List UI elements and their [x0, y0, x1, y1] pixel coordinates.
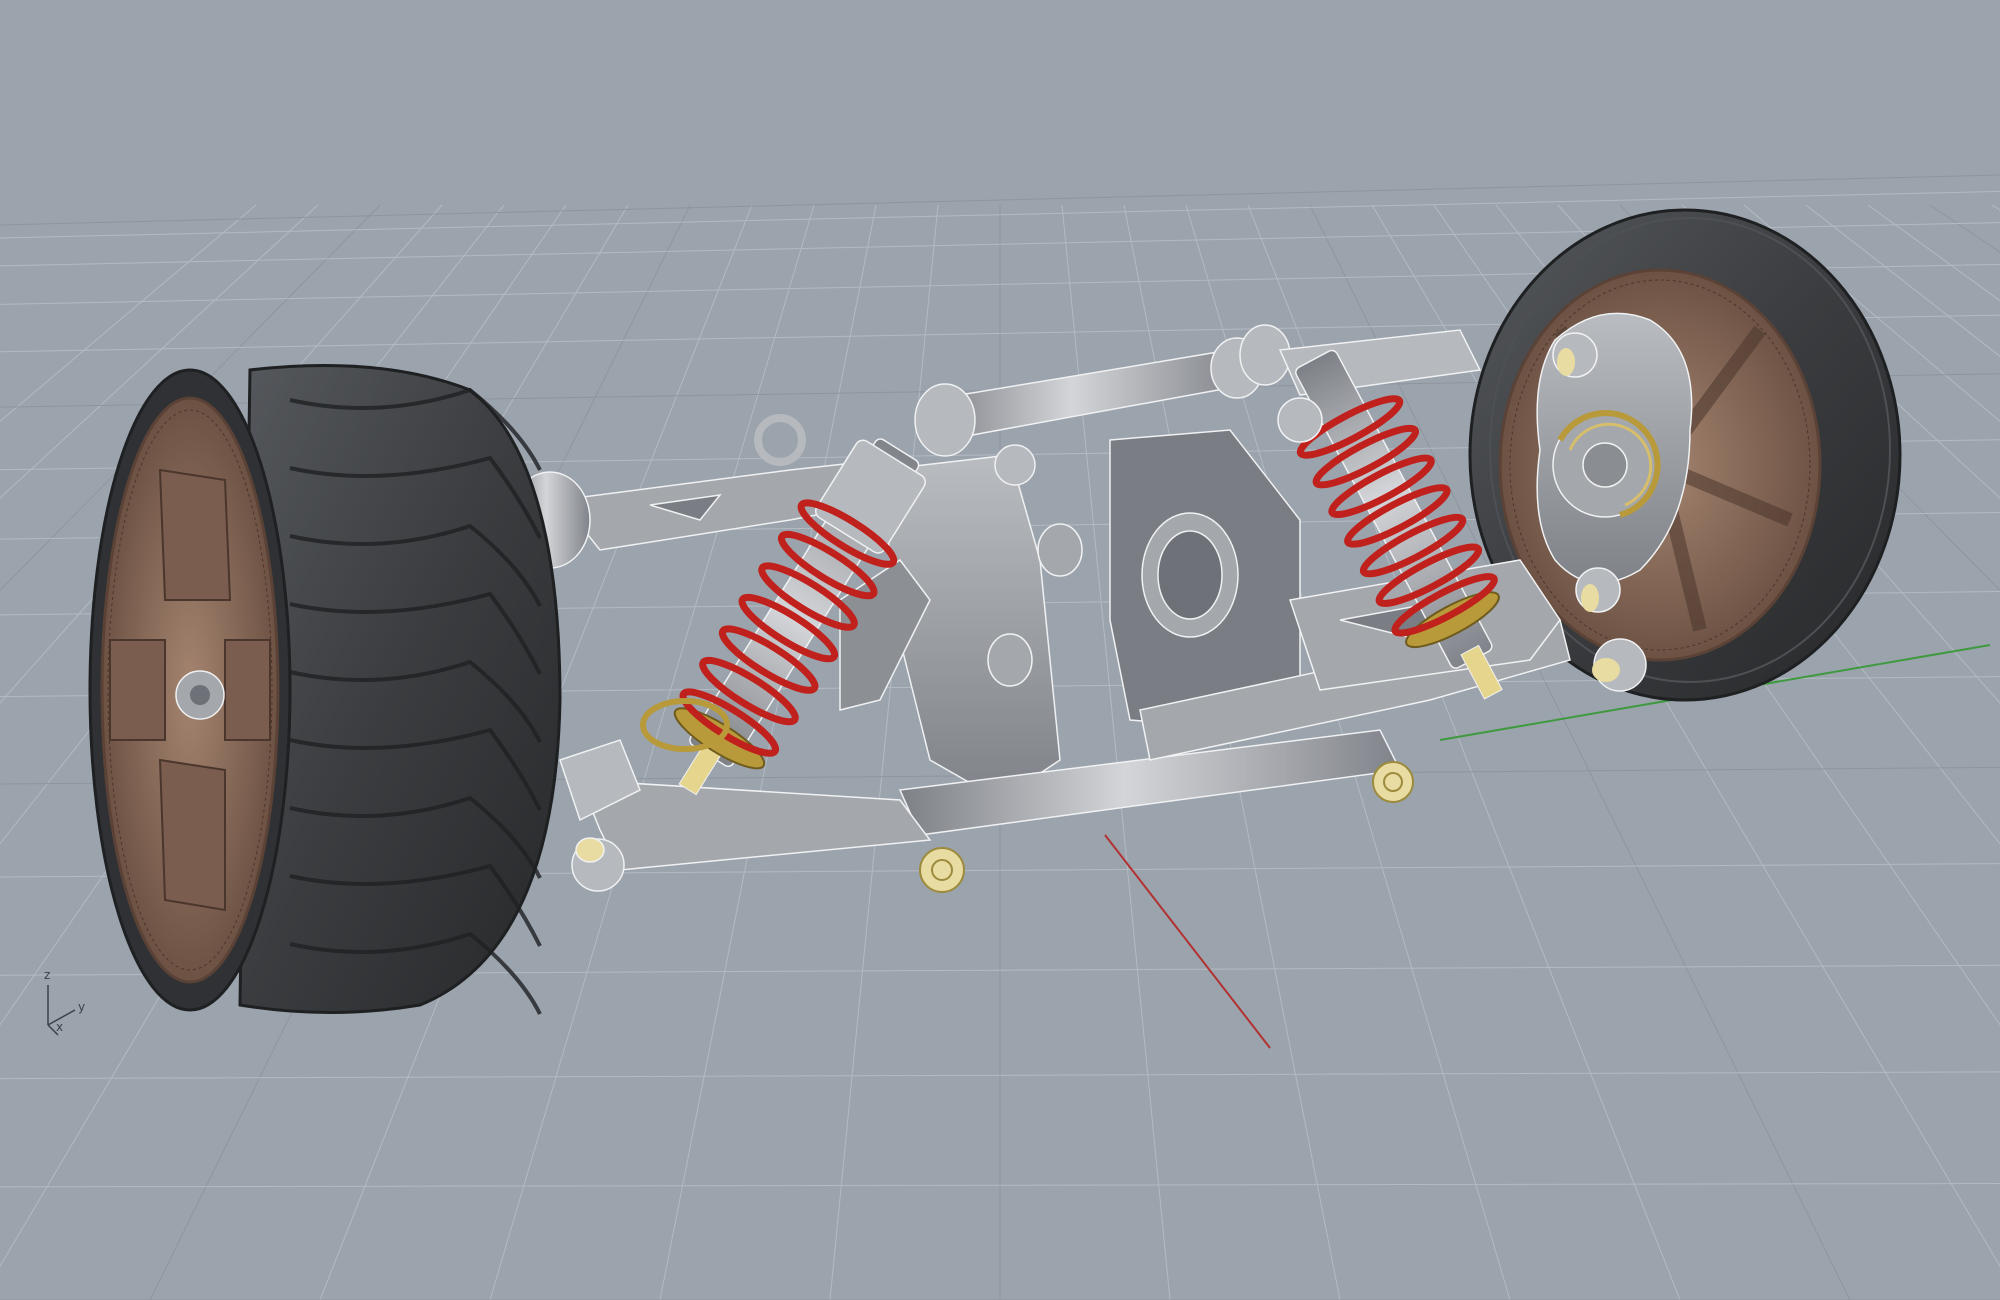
- grid-line: [1991, 204, 2000, 211]
- axis-y-label: y: [78, 1000, 86, 1014]
- fastener-rear[interactable]: [1372, 761, 1414, 803]
- grid-line: [1929, 204, 2000, 253]
- viewport-scene[interactable]: [0, 0, 2000, 1300]
- axis-x-label: x: [56, 1020, 64, 1034]
- 3d-viewport[interactable]: z y x: [0, 0, 2000, 1300]
- left-wheel[interactable]: [88, 364, 562, 1015]
- x-axis-line: [1104, 834, 1271, 1049]
- axis-z-label: z: [44, 968, 51, 982]
- grid-line: [829, 204, 939, 1300]
- fastener-front[interactable]: [919, 847, 965, 893]
